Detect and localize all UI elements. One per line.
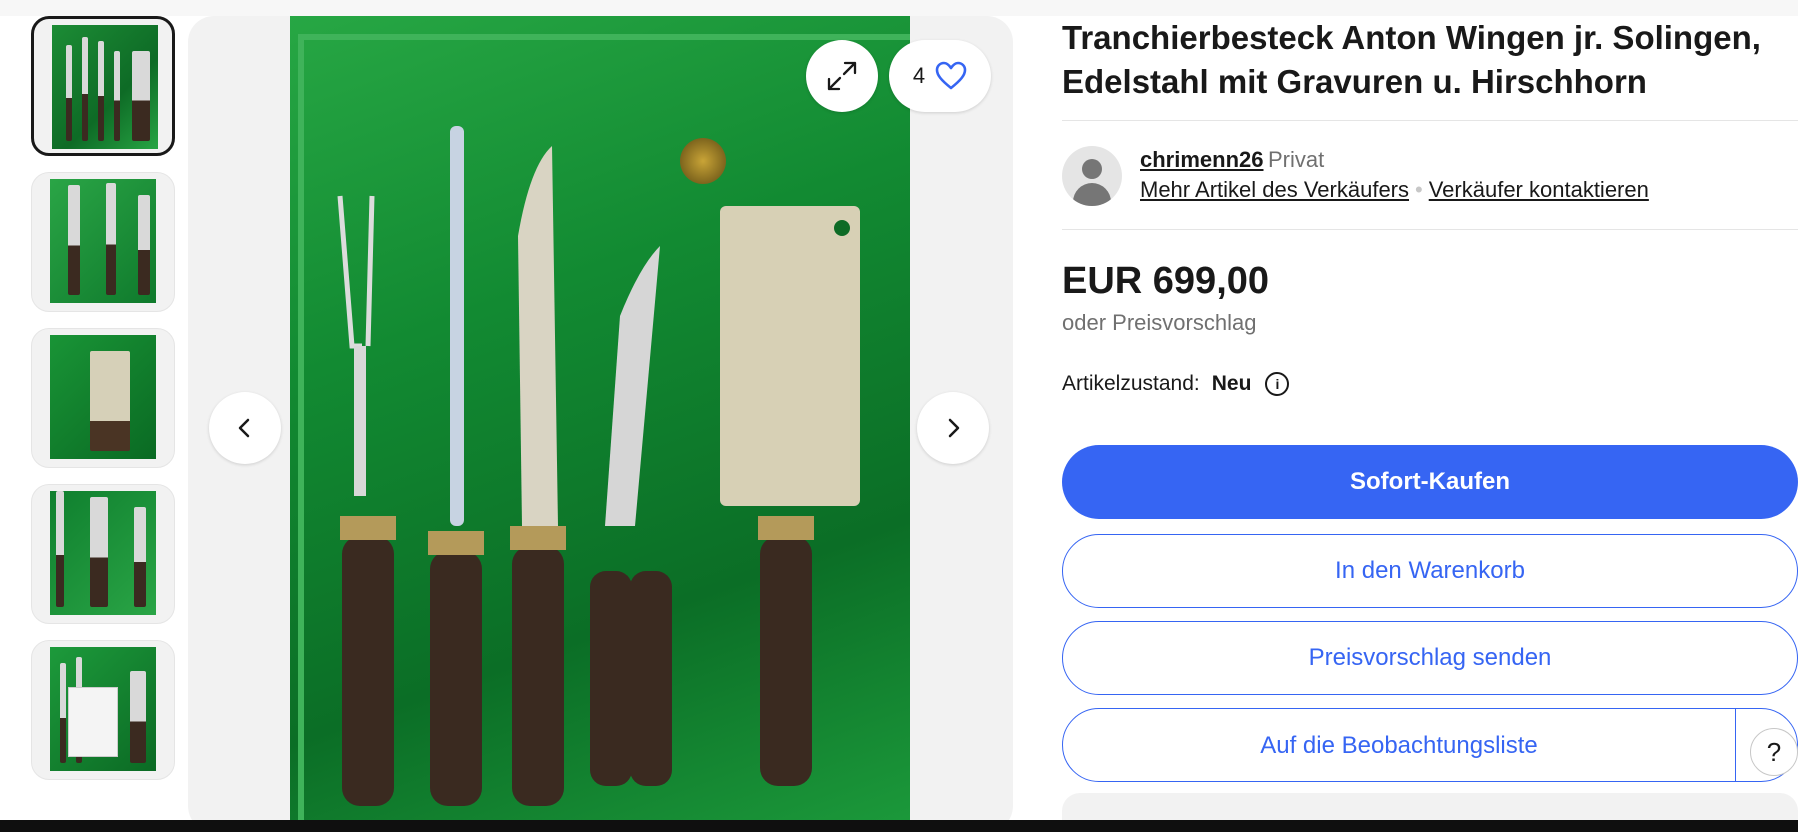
thumbnail-image [50,335,156,459]
brand-seal [680,138,726,184]
main-product-image[interactable] [290,16,910,832]
thumbnail-1[interactable] [31,16,175,156]
help-button[interactable]: ? [1750,728,1798,776]
more-items-link[interactable]: Mehr Artikel des Verkäufers [1140,177,1409,202]
heart-icon [935,61,967,90]
condition-row: Artikelzustand: Neu i [1062,372,1290,396]
make-offer-button[interactable]: Preisvorschlag senden [1062,621,1798,695]
buy-now-button[interactable]: Sofort-Kaufen [1062,445,1798,519]
info-icon[interactable]: i [1265,372,1290,396]
top-strip [0,0,1798,16]
seller-type-label: Privat [1268,147,1325,172]
divider [1062,229,1798,230]
thumbnail-2[interactable] [31,172,175,312]
thumbnail-image [52,25,158,149]
condition-label: Artikelzustand: [1062,372,1200,395]
seller-links: Mehr Artikel des Verkäufers • Verkäufer ko… [1140,177,1649,203]
contact-seller-link[interactable]: Verkäufer kontaktieren [1429,177,1649,202]
listing-page: 4 Tranchierbesteck Anton Wingen jr. Soli… [0,0,1798,832]
taskbar-edge [0,820,1798,832]
thumbnail-image [50,179,156,303]
listing-title: Tranchierbesteck Anton Wingen jr. Soling… [1062,19,1761,100]
expand-icon [827,61,857,91]
thumbnail-3[interactable] [31,328,175,468]
seller-name-link[interactable]: chrimenn26 [1140,147,1264,173]
add-to-cart-button[interactable]: In den Warenkorb [1062,534,1798,608]
carving-set-illustration [337,126,860,806]
image-gallery: 4 [188,16,1013,832]
price: EUR 699,00 [1062,260,1270,302]
next-image-button[interactable] [917,392,989,464]
thumbnail-4[interactable] [31,484,175,624]
thumbnail-image [50,647,156,771]
expand-image-button[interactable] [806,40,878,112]
divider [1062,120,1798,121]
watchlist-control: Auf die Beobachtungsliste [1062,708,1798,782]
thumbnail-5[interactable] [31,640,175,780]
chevron-left-icon [238,418,250,438]
chevron-right-icon [948,418,960,438]
separator-dot: • [1415,177,1423,202]
previous-image-button[interactable] [209,392,281,464]
favorite-button[interactable]: 4 [889,40,991,112]
condition-value: Neu [1211,372,1252,395]
favorite-count: 4 [912,63,926,88]
seller-avatar[interactable] [1062,146,1122,206]
thumbnail-image [50,491,156,615]
add-to-watchlist-button[interactable]: Auf die Beobachtungsliste [1063,709,1736,781]
offer-text: oder Preisvorschlag [1062,310,1257,335]
